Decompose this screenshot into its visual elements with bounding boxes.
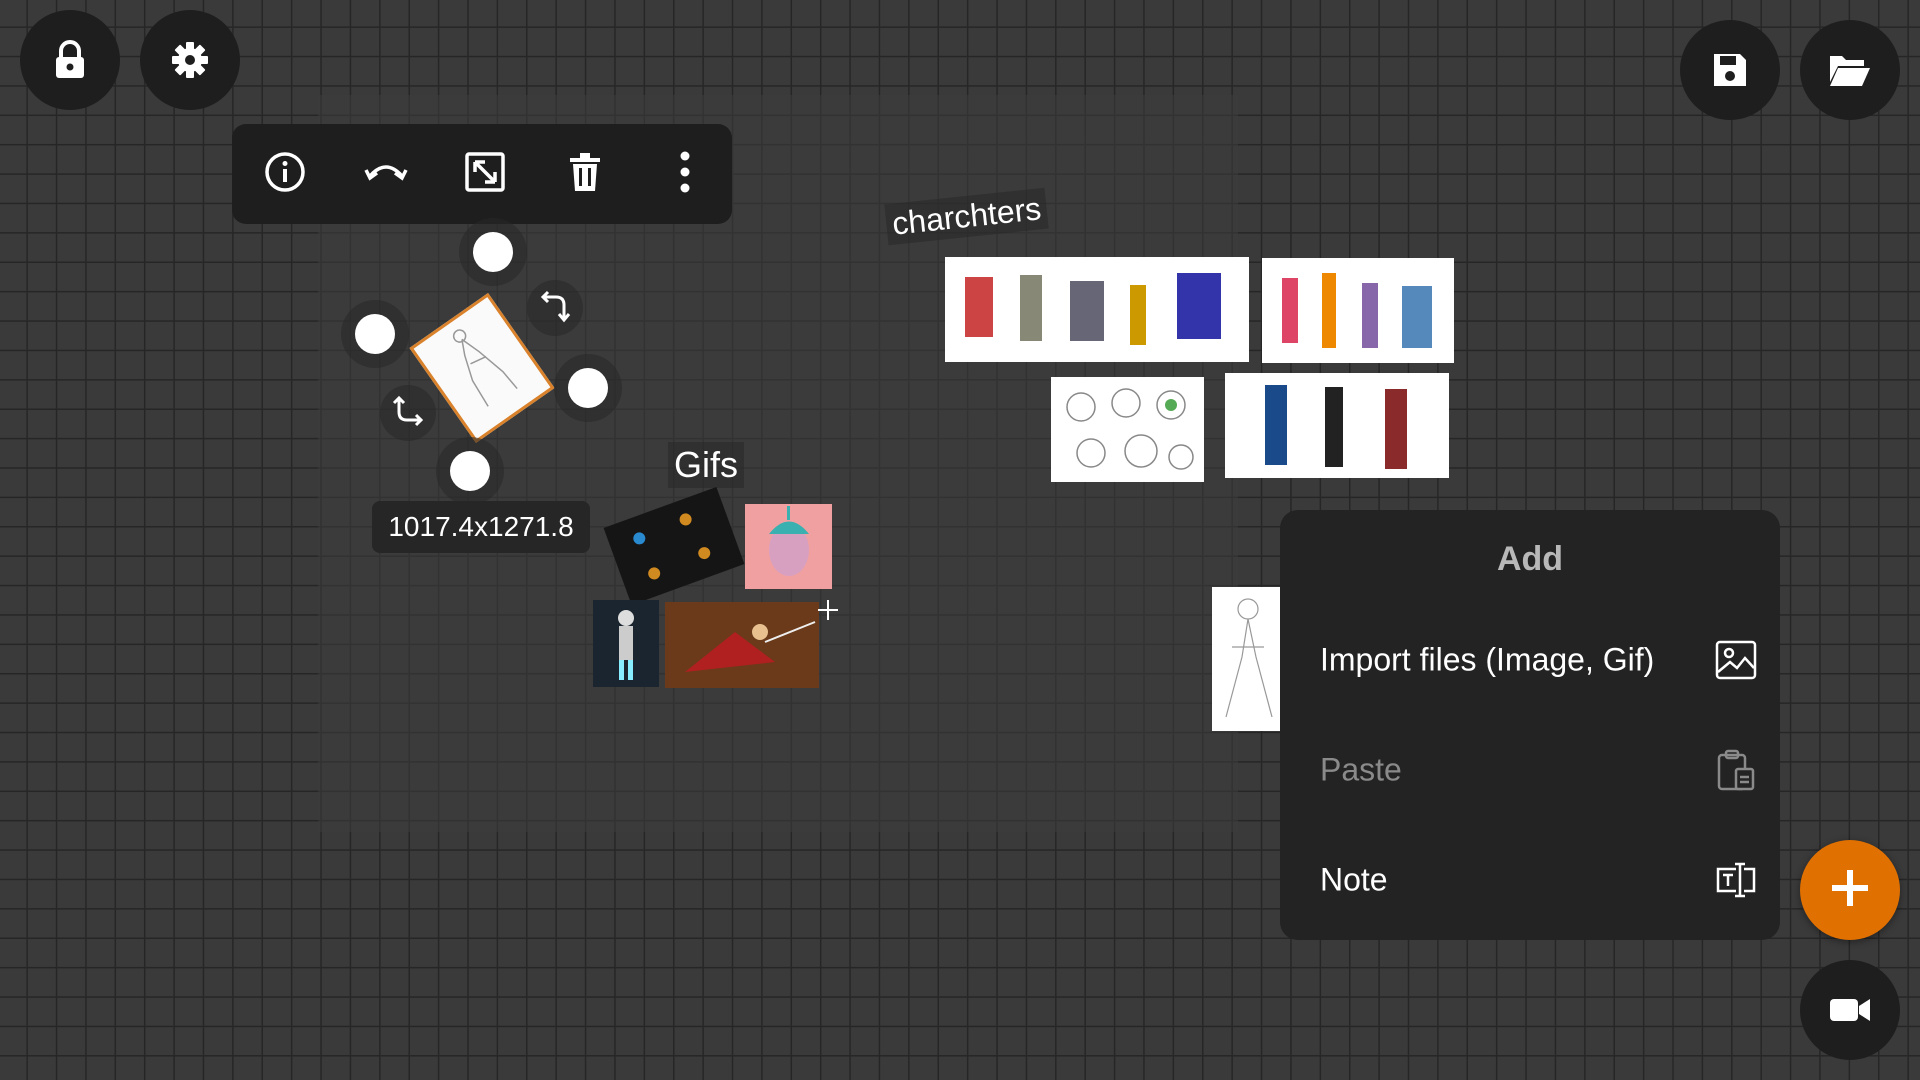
flip-icon [364, 158, 408, 191]
image-characters-colorful[interactable] [1262, 258, 1454, 363]
trash-icon [568, 152, 602, 197]
image-robots[interactable] [945, 257, 1249, 362]
resize-icon [465, 151, 505, 197]
settings-button[interactable] [140, 10, 240, 110]
gear-icon [170, 40, 210, 80]
rotate-handle-top-right[interactable] [527, 280, 583, 336]
image-sketch-woman[interactable] [1212, 587, 1280, 731]
resize-button[interactable] [457, 146, 513, 202]
crosshair-cursor-icon [816, 598, 840, 622]
info-icon [264, 151, 306, 198]
text-note-icon [1714, 858, 1758, 902]
more-button[interactable] [657, 146, 713, 202]
menu-item-label: Import files (Image, Gif) [1320, 641, 1655, 678]
add-menu: Add Import files (Image, Gif) Paste Note [1280, 510, 1780, 940]
rotate-icon [391, 394, 425, 433]
gif-robot-girl[interactable] [593, 600, 659, 687]
menu-item-label: Paste [1320, 751, 1402, 788]
add-icon [1828, 866, 1872, 915]
menu-item-paste[interactable]: Paste [1280, 725, 1780, 815]
open-button[interactable] [1800, 20, 1900, 120]
gif-pink-face[interactable] [745, 504, 832, 589]
resize-handle-right[interactable] [568, 368, 608, 408]
resize-handle-top[interactable] [473, 232, 513, 272]
info-button[interactable] [257, 146, 313, 202]
add-button[interactable] [1800, 840, 1900, 940]
menu-item-label: Note [1320, 861, 1388, 898]
clipboard-icon [1714, 748, 1758, 792]
video-camera-icon [1828, 996, 1872, 1024]
save-button[interactable] [1680, 20, 1780, 120]
menu-item-import-files[interactable]: Import files (Image, Gif) [1280, 615, 1780, 705]
record-video-button[interactable] [1800, 960, 1900, 1060]
add-menu-title: Add [1496, 540, 1564, 578]
rotate-icon [538, 289, 572, 328]
group-label-gifs[interactable]: Gifs [668, 442, 745, 488]
resize-handle-left[interactable] [355, 314, 395, 354]
delete-button[interactable] [557, 146, 613, 202]
save-icon [1710, 50, 1750, 90]
gif-red-warrior[interactable] [665, 602, 819, 688]
image-icon [1714, 638, 1758, 682]
selection-toolbar [232, 124, 732, 224]
rotate-handle-bottom-left[interactable] [380, 385, 436, 441]
more-vertical-icon [679, 151, 691, 198]
lock-button[interactable] [20, 10, 120, 110]
lock-icon [52, 40, 88, 80]
image-sketch-faces[interactable] [1051, 377, 1204, 482]
flip-button[interactable] [358, 146, 414, 202]
resize-handle-bottom[interactable] [450, 451, 490, 491]
folder-open-icon [1828, 52, 1872, 88]
image-samurai-characters[interactable] [1225, 373, 1449, 478]
size-readout: 1017.4x1271.8 [372, 501, 590, 553]
menu-item-note[interactable]: Note [1280, 835, 1780, 925]
